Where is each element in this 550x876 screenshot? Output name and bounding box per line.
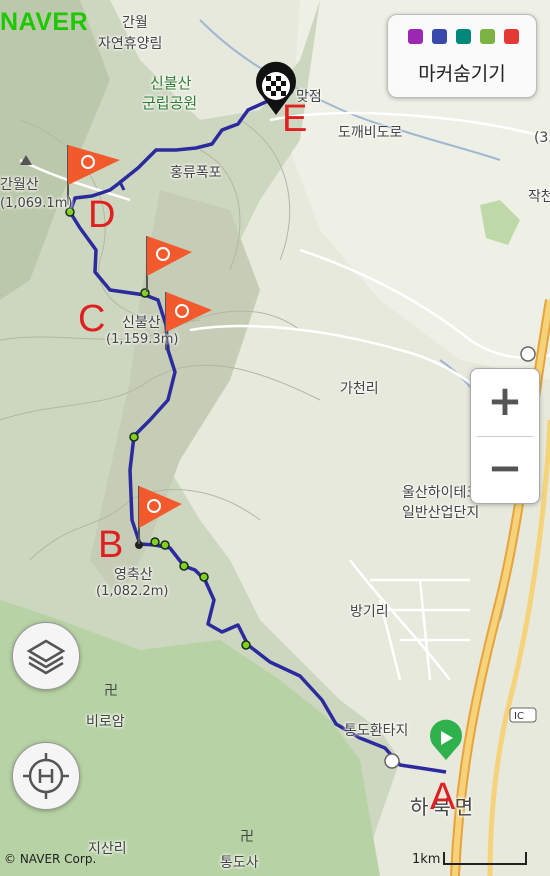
memo-icon[interactable] — [480, 29, 495, 44]
label-jakcheon: 작천 — [528, 189, 550, 205]
hiking-mode-button[interactable] — [12, 742, 80, 810]
label-ganwolsan-elev: (1,069.1m) — [0, 196, 73, 211]
label-bangi: 방기리 — [350, 604, 389, 620]
temple-icon: 卍 — [104, 683, 118, 699]
road-marker-icon — [384, 753, 400, 769]
label-right-edge: (35 — [534, 130, 550, 146]
label-sinbulsan: 신불산 — [122, 315, 161, 331]
label-biro: 비로암 — [86, 714, 125, 730]
pen-icon[interactable] — [456, 29, 471, 44]
waypoint-c: C — [78, 298, 106, 340]
layers-button[interactable] — [12, 622, 80, 690]
ic-label: IC — [514, 711, 524, 722]
marker-panel[interactable]: 마커숨기기 — [387, 14, 537, 98]
label-ganwolsan: 간월산 — [0, 177, 39, 193]
road-marker-icon — [520, 346, 536, 362]
zoom-control[interactable]: + − — [470, 368, 540, 504]
label-yeongchuksan: 영축산 — [114, 567, 153, 583]
waypoint-a: A — [430, 776, 456, 818]
zoom-out-button[interactable]: − — [471, 436, 539, 503]
naver-logo: NAVER — [0, 8, 89, 36]
label-gacheon: 가천리 — [340, 381, 379, 397]
label-hongryu: 홍류폭포 — [170, 165, 222, 181]
hide-markers-button[interactable]: 마커숨기기 — [388, 59, 536, 86]
waypoint-b: B — [98, 524, 124, 566]
waypoint-d: D — [88, 194, 116, 236]
label-dokkaebi: 도깨비도로 — [338, 125, 403, 141]
crosshair-hiking-icon — [23, 753, 69, 799]
flag-icon[interactable] — [504, 29, 519, 44]
map-canvas[interactable]: 卍 卍 IC — [0, 0, 550, 876]
label-sinbulsan-elev: (1,159.3m) — [106, 332, 179, 347]
scale-bar: 1km — [408, 848, 528, 868]
label-ganwol: 간월 — [122, 15, 148, 31]
video-icon[interactable] — [432, 29, 447, 44]
camera-icon[interactable] — [408, 29, 423, 44]
label-yeongchuksan-elev: (1,082.2m) — [96, 584, 169, 599]
label-tongdosa: 통도사 — [220, 855, 259, 871]
waypoint-e: E — [282, 98, 308, 140]
label-forest: 자연휴양림 — [98, 36, 163, 52]
label-park-line2: 군립공원 — [142, 94, 198, 112]
zoom-in-button[interactable]: + — [471, 369, 539, 436]
temple-icon: 卍 — [240, 829, 254, 845]
label-park-line1: 신불산 — [150, 74, 192, 92]
label-tongdo-stop: 통도환타지 — [344, 723, 409, 739]
label-ilban: 일반산업단지 — [402, 505, 480, 521]
scale-label: 1km — [412, 852, 441, 867]
layers-icon — [26, 639, 66, 675]
copyright: © NAVER Corp. — [4, 852, 97, 866]
